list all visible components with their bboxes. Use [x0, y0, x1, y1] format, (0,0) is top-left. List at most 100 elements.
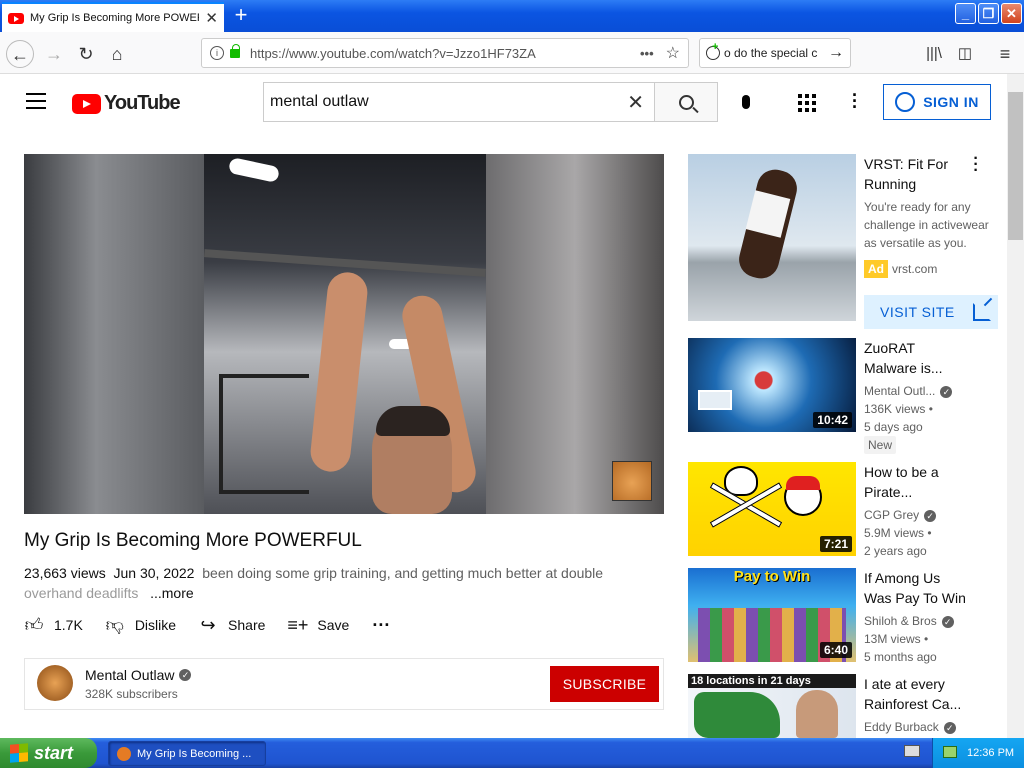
firefox-icon	[117, 746, 131, 761]
network-icon[interactable]	[943, 746, 957, 758]
save-button[interactable]: ≡+ Save	[287, 615, 349, 636]
sidebar-icon[interactable]: ◫	[951, 40, 979, 68]
share-label: Share	[228, 617, 266, 633]
arrow-right-icon[interactable]: →	[828, 44, 844, 62]
video-duration: 7:21	[819, 536, 852, 552]
like-button[interactable]: 👍︎ 1.7K	[24, 614, 83, 636]
channel-name[interactable]: Mental Outlaw ✓	[85, 667, 192, 683]
forward-icon[interactable]: →	[40, 40, 68, 68]
video-thumbnail[interactable]: 10:42	[688, 338, 856, 432]
video-views: 13M views •	[864, 632, 929, 646]
visit-site-label: VISIT SITE	[880, 304, 955, 320]
window-minimize-button[interactable]: _	[955, 3, 976, 24]
window-close-button[interactable]: ✕	[1001, 3, 1022, 24]
status-badge: New	[864, 436, 897, 454]
subscriber-count: 328K subscribers	[85, 687, 178, 701]
youtube-play-icon	[72, 93, 101, 114]
video-title-link[interactable]: How to be a Pirate...	[864, 462, 996, 502]
video-views: 5.9M views •	[864, 526, 932, 540]
channel-name[interactable]: Mental Outl... ✓	[864, 382, 953, 400]
video-actions: 👍︎ 1.7K 👎︎ Dislike ↪ Share ≡+ Save ···	[24, 612, 423, 638]
video-title-link[interactable]: If Among Us Was Pay To Win	[864, 568, 996, 608]
video-duration: 10:42	[813, 412, 852, 428]
subscribe-button[interactable]: SUBSCRIBE	[550, 666, 659, 702]
ad-description: You're ready for any challenge in activew…	[864, 200, 989, 250]
verified-icon: ✓	[179, 669, 192, 681]
video-title-link[interactable]: ZuoRAT Malware is...	[864, 338, 996, 378]
search-engine-icon[interactable]	[706, 41, 720, 60]
view-count: 23,663 views	[24, 565, 106, 581]
video-title-link[interactable]: I ate at every Rainforest Ca...	[864, 674, 996, 714]
verified-icon: ✓	[943, 722, 956, 734]
channel-name[interactable]: CGP Grey ✓	[864, 506, 937, 524]
verified-icon: ✓	[940, 386, 953, 398]
browser-search-field[interactable]: o do the special c →	[699, 38, 851, 68]
video-views: 136K views •	[864, 402, 933, 416]
clear-icon[interactable]: ✕	[627, 90, 644, 115]
video-description[interactable]: 23,663 views Jun 30, 2022 been doing som…	[24, 563, 644, 603]
dislike-icon: 👎︎	[105, 615, 124, 635]
bookmark-star-icon[interactable]: ☆	[666, 43, 680, 63]
mic-icon[interactable]	[732, 86, 760, 118]
menu-icon[interactable]: ≡	[991, 40, 1019, 68]
library-icon[interactable]: |||\	[920, 40, 948, 68]
more-vert-icon[interactable]: · · ·	[972, 151, 980, 179]
taskbar-window-item[interactable]: My Grip Is Becoming ...	[108, 741, 266, 766]
url-bar[interactable]: i https://www.youtube.com/watch?v=Jzzo1H…	[201, 38, 689, 68]
sign-in-label: SIGN IN	[923, 94, 979, 110]
reload-icon[interactable]: ↻	[72, 40, 100, 68]
search-input[interactable]: mental outlaw ✕	[263, 82, 655, 122]
show-more-link[interactable]: ...more	[150, 585, 194, 601]
visit-site-button[interactable]: VISIT SITE	[864, 295, 998, 329]
save-playlist-icon: ≡+	[287, 614, 309, 635]
apps-icon[interactable]	[798, 94, 816, 112]
new-tab-button[interactable]: +	[230, 4, 252, 26]
home-icon[interactable]: ⌂	[103, 40, 131, 68]
youtube-logo[interactable]: YouTube	[72, 92, 181, 115]
share-button[interactable]: ↪ Share	[198, 614, 266, 636]
share-icon: ↪	[200, 614, 216, 635]
channel-name[interactable]: Shiloh & Bros ✓	[864, 612, 954, 630]
page-actions-icon[interactable]: •••	[640, 46, 654, 61]
clock[interactable]: 12:36 PM	[967, 747, 1014, 759]
thumbnail-text: Pay to Win	[733, 568, 811, 585]
close-tab-icon[interactable]: ✕	[205, 9, 218, 27]
back-icon[interactable]: ←	[6, 40, 34, 68]
ad-thumbnail[interactable]	[688, 154, 856, 321]
more-vert-icon[interactable]: · · ·	[850, 86, 860, 116]
external-link-icon	[972, 303, 991, 321]
video-thumbnail[interactable]: 7:21	[688, 462, 856, 556]
channel-watermark[interactable]	[612, 461, 652, 501]
search-button[interactable]	[654, 82, 718, 122]
sign-in-button[interactable]: SIGN IN	[883, 84, 991, 120]
save-label: Save	[317, 617, 350, 633]
video-age: 5 days ago	[864, 420, 923, 434]
avatar[interactable]	[37, 665, 73, 701]
channel-name-text[interactable]: Mental Outlaw	[85, 667, 174, 683]
video-thumbnail[interactable]: 18 locations in 21 days	[688, 674, 856, 738]
info-icon[interactable]: i	[210, 46, 224, 60]
video-thumbnail[interactable]: Pay to Win 6:40	[688, 568, 856, 662]
keyboard-icon[interactable]	[904, 745, 920, 757]
hamburger-icon[interactable]	[26, 93, 46, 109]
url-text[interactable]: https://www.youtube.com/watch?v=Jzzo1HF7…	[250, 46, 640, 61]
scrollbar-thumb[interactable]	[1008, 92, 1023, 240]
new-badge-wrap: New	[864, 436, 897, 454]
verified-icon: ✓	[941, 616, 954, 628]
tab-active[interactable]: My Grip Is Becoming More POWERFUL ✕	[2, 2, 224, 32]
youtube-favicon	[8, 12, 24, 24]
window-restore-button[interactable]: ❐	[978, 3, 999, 24]
tab-title: My Grip Is Becoming More POWERFUL	[30, 12, 199, 24]
video-player[interactable]	[24, 154, 664, 514]
more-actions-button[interactable]: ···	[371, 615, 401, 636]
taskbar-window-label: My Grip Is Becoming ...	[137, 747, 252, 760]
video-age: 2 years ago	[864, 544, 927, 558]
description-text: been doing some grip training, and getti…	[202, 565, 604, 581]
dislike-button[interactable]: 👎︎ Dislike	[105, 614, 176, 636]
video-duration: 6:40	[819, 642, 852, 658]
search-query[interactable]: mental outlaw	[270, 93, 627, 111]
browser-search-text[interactable]: o do the special c	[724, 46, 824, 60]
lock-icon[interactable]	[230, 43, 240, 58]
start-button[interactable]: start	[0, 738, 97, 768]
channel-name[interactable]: Eddy Burback ✓	[864, 718, 956, 736]
